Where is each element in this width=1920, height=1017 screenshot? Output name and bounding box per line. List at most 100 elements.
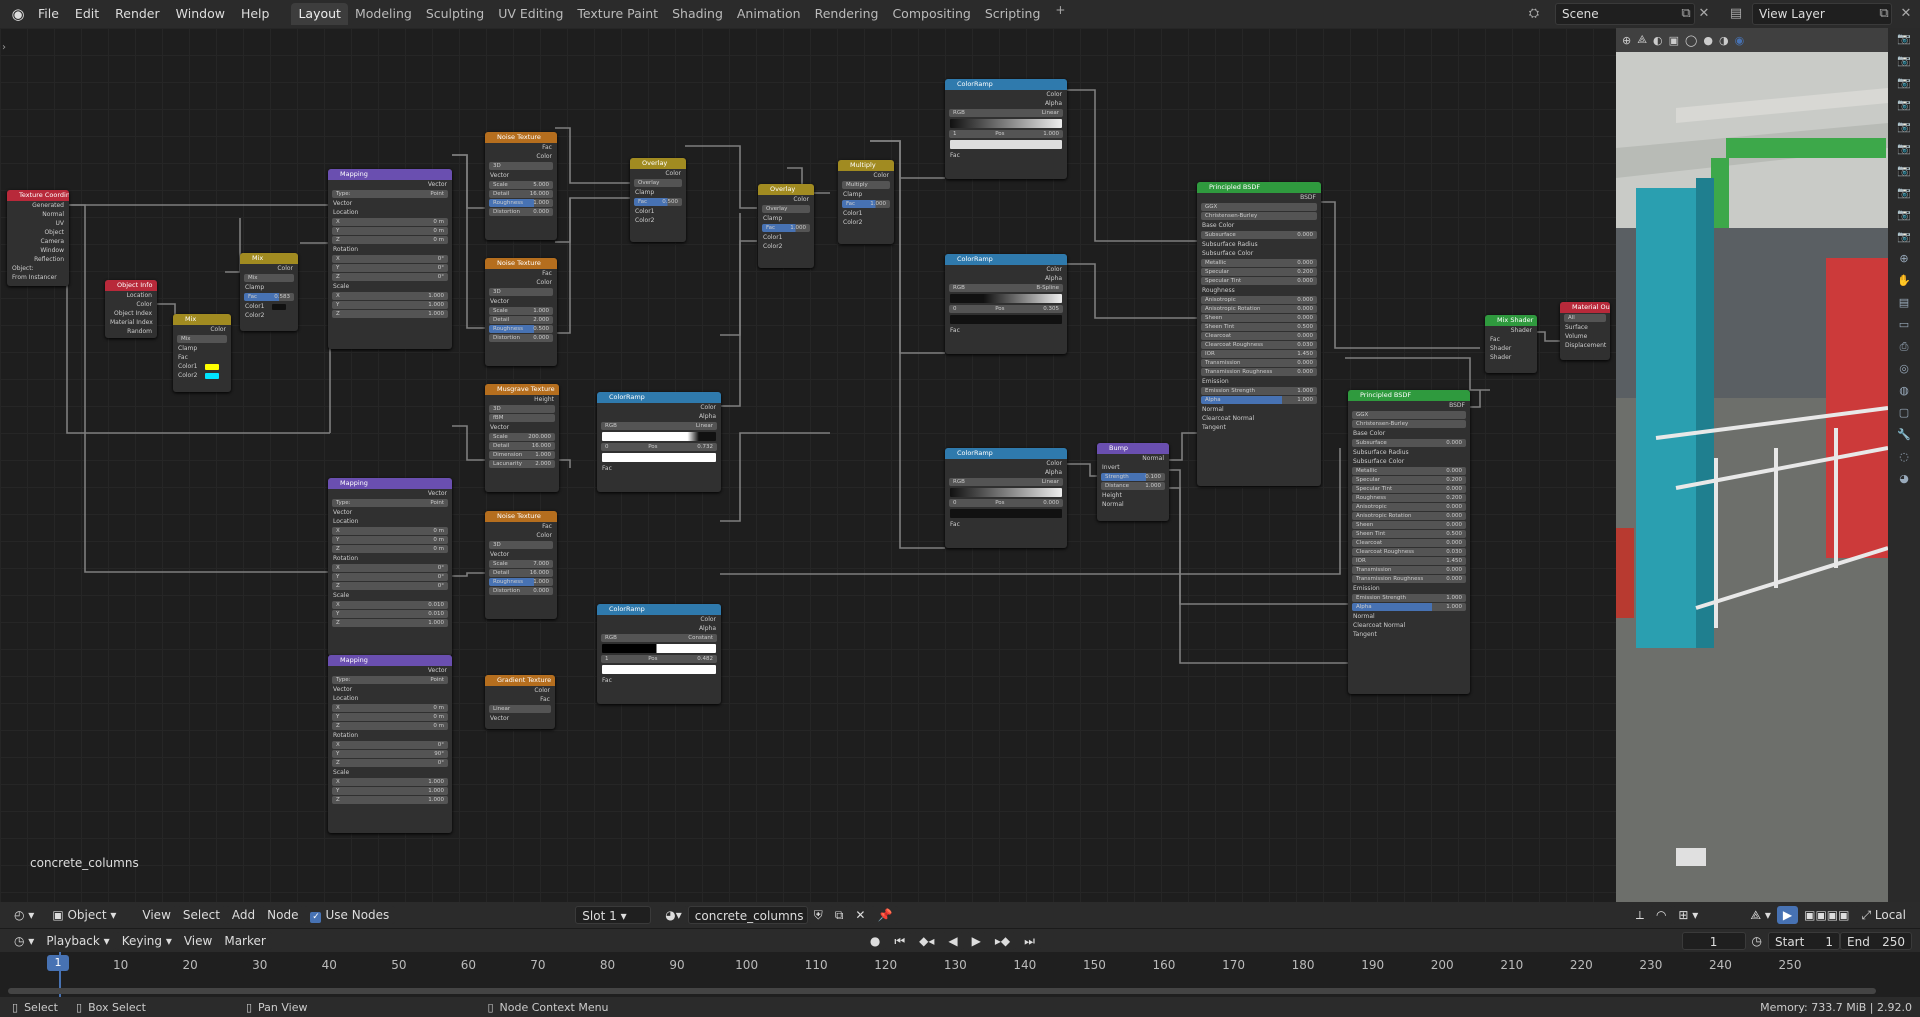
scene-selector[interactable]: Scene xyxy=(1555,3,1695,25)
camera-icon[interactable]: 📷 xyxy=(1894,208,1914,226)
stop-color[interactable] xyxy=(950,140,1062,149)
dimension-field[interactable]: Dimension 1.000 xyxy=(489,451,555,459)
node-color-ramp-5[interactable]: ColorRamp Color Alpha RGB Constant 1 Pos 0.… xyxy=(597,604,721,704)
subsurface-method-dropdown[interactable]: Christensen-Burley xyxy=(1352,420,1466,428)
play-icon[interactable]: ▶ xyxy=(965,931,987,950)
location-z[interactable]: Z0 m xyxy=(332,722,448,730)
node-noise-texture-3[interactable]: Noise Texture Fac Color 3D Vector Scale 7… xyxy=(485,511,557,619)
menu-edit[interactable]: Edit xyxy=(67,0,107,28)
location-y[interactable]: Y0 m xyxy=(332,536,448,544)
tab-animation[interactable]: Animation xyxy=(730,3,808,25)
bsdf-input-row[interactable]: Anisotropic Rotation 0.000 xyxy=(1352,512,1466,520)
clamp-checkbox[interactable]: Clamp xyxy=(173,344,231,353)
camera-icon[interactable]: 📷 xyxy=(1894,164,1914,182)
clamp-checkbox[interactable]: Clamp xyxy=(630,188,686,197)
start-frame-field[interactable]: Start 1 xyxy=(1768,931,1840,950)
stop-color[interactable] xyxy=(950,509,1062,518)
prev-keyframe-icon[interactable]: ◆◂ xyxy=(913,931,941,950)
node-color-ramp-2[interactable]: ColorRamp Color Alpha RGB B-Spline 0 Pos 0.… xyxy=(945,254,1067,354)
camera-icon[interactable]: 📷 xyxy=(1894,186,1914,204)
scale-field[interactable]: Scale 1.000 xyxy=(489,307,553,315)
distortion-field[interactable]: Distortion 0.000 xyxy=(489,334,553,342)
timeline-scrollbar[interactable] xyxy=(8,988,1876,994)
scale-x[interactable]: X 1.000 xyxy=(332,778,448,786)
ramp-gradient[interactable] xyxy=(950,119,1062,128)
blend-mode-dropdown[interactable]: Overlay xyxy=(762,205,810,213)
node-mapping-2[interactable]: Mapping Vector Type: Point Vector Locatio… xyxy=(328,478,452,656)
bsdf-input-row[interactable]: Metallic 0.000 xyxy=(1352,467,1466,475)
dimensions-dropdown[interactable]: 3D xyxy=(489,288,553,296)
bsdf-input-row[interactable]: Subsurface 0.000 xyxy=(1201,231,1317,239)
bsdf-input-row[interactable]: Clearcoat Roughness 0.030 xyxy=(1201,341,1317,349)
dimensions-dropdown[interactable]: 3D xyxy=(489,541,553,549)
stop-position[interactable]: 0 Pos 0.000 xyxy=(949,499,1063,507)
material-icon[interactable]: ◕ xyxy=(1894,472,1914,490)
bsdf-input-row[interactable]: Specular Tint 0.000 xyxy=(1352,485,1466,493)
lacunarity-field[interactable]: Lacunarity 2.000 xyxy=(489,460,555,468)
menu-view[interactable]: View xyxy=(136,906,177,924)
bsdf-input-row[interactable]: Sheen Tint 0.500 xyxy=(1201,323,1317,331)
scale-z[interactable]: Z 1.000 xyxy=(332,796,448,804)
node-object-info[interactable]: Object Info Location Color Object Index … xyxy=(105,280,157,338)
jump-end-icon[interactable]: ⏭ xyxy=(1018,931,1041,950)
menu-file[interactable]: File xyxy=(30,0,67,28)
rotation-z[interactable]: Z 0° xyxy=(332,273,448,281)
blend-mode-dropdown[interactable]: Mix xyxy=(177,335,227,343)
clock-icon[interactable]: ◷ xyxy=(1745,931,1768,950)
bsdf-input-row[interactable]: Sheen Tint 0.500 xyxy=(1352,530,1466,538)
target-dropdown[interactable]: All xyxy=(1564,314,1606,322)
node-mapping-3[interactable]: Mapping Vector Type: Point Vector Locatio… xyxy=(328,655,452,833)
overlay-icon[interactable]: ◐ xyxy=(1653,34,1663,47)
add-workspace-icon[interactable]: + xyxy=(1047,3,1073,25)
output-icon[interactable]: ⎙ xyxy=(1894,340,1914,358)
menu-select[interactable]: Select xyxy=(176,906,226,924)
roughness-slider[interactable]: Roughness 1.000 xyxy=(489,578,553,586)
current-frame-field[interactable]: 1 xyxy=(1681,931,1746,950)
scale-field[interactable]: Scale 7.000 xyxy=(489,560,553,568)
location-y[interactable]: Y0 m xyxy=(332,713,448,721)
world-icon[interactable]: ◍ xyxy=(1894,384,1914,402)
timeline-editor-type-icon[interactable]: ◷ ▾ xyxy=(8,931,41,950)
object-field[interactable]: Object: xyxy=(7,264,69,273)
bsdf-input-row[interactable]: Specular 0.200 xyxy=(1201,268,1317,276)
subsurface-method-dropdown[interactable]: Christensen-Burley xyxy=(1201,212,1317,220)
rotation-x[interactable]: X 0° xyxy=(332,564,448,572)
rotation-x[interactable]: X 0° xyxy=(332,741,448,749)
scene-copy-icon[interactable]: ⧉ xyxy=(1676,4,1696,24)
ramp-mode-controls[interactable]: RGB Constant xyxy=(601,634,717,642)
fac-slider[interactable]: Fac 0.500 xyxy=(634,198,682,206)
camera-icon[interactable]: 📷 xyxy=(1894,230,1914,248)
bsdf-input-row[interactable]: IOR 1.450 xyxy=(1352,557,1466,565)
roughness-slider[interactable]: Roughness 1.000 xyxy=(489,199,553,207)
mapping-type-dropdown[interactable]: Type: Point xyxy=(332,499,448,507)
tab-rendering[interactable]: Rendering xyxy=(808,3,886,25)
camera-icon[interactable]: 📷 xyxy=(1894,32,1914,50)
scene-icon[interactable]: ⛭ xyxy=(1524,4,1544,24)
stop-position[interactable]: 1 Pos 1.000 xyxy=(949,130,1063,138)
unlink-material-icon[interactable]: ✕ xyxy=(849,906,872,924)
next-keyframe-icon[interactable]: ▸◆ xyxy=(988,931,1017,950)
jump-start-icon[interactable]: ⏮ xyxy=(888,931,912,950)
gradient-type-dropdown[interactable]: Linear xyxy=(489,705,551,713)
viewport-view-icon[interactable]: ⟁ ▾ xyxy=(1744,906,1777,924)
bsdf-input-row[interactable]: Emission Strength 1.000 xyxy=(1201,387,1317,395)
bsdf-input-row[interactable]: Alpha 1.000 xyxy=(1201,396,1317,404)
tab-layout[interactable]: Layout xyxy=(291,3,348,25)
blend-mode-dropdown[interactable]: Mix xyxy=(244,274,294,282)
node-color-ramp-1[interactable]: ColorRamp Color Alpha RGB Linear 1 Pos 1.00… xyxy=(945,79,1067,179)
node-material-output[interactable]: Material Output All Surface Volume Displ… xyxy=(1560,302,1610,360)
bsdf-input-row[interactable]: Specular 0.200 xyxy=(1352,476,1466,484)
node-bump[interactable]: Bump Normal Invert Strength 0.100 Distanc… xyxy=(1097,443,1169,521)
detail-field[interactable]: Detail 16.000 xyxy=(489,442,555,450)
bsdf-input-row[interactable]: Emission Strength 1.000 xyxy=(1352,594,1466,602)
render-icon[interactable]: ▭ xyxy=(1894,318,1914,336)
scale-x[interactable]: X 0.010 xyxy=(332,601,448,609)
distribution-dropdown[interactable]: GGX xyxy=(1201,203,1317,211)
invert-checkbox[interactable]: Invert xyxy=(1097,463,1169,472)
bsdf-input-row[interactable]: Anisotropic 0.000 xyxy=(1352,503,1466,511)
menu-timeline-view[interactable]: View xyxy=(177,931,219,950)
record-icon[interactable]: ● xyxy=(863,931,887,950)
clamp-checkbox[interactable]: Clamp xyxy=(240,283,298,292)
menu-render[interactable]: Render xyxy=(107,0,168,28)
ramp-gradient[interactable] xyxy=(602,432,716,441)
